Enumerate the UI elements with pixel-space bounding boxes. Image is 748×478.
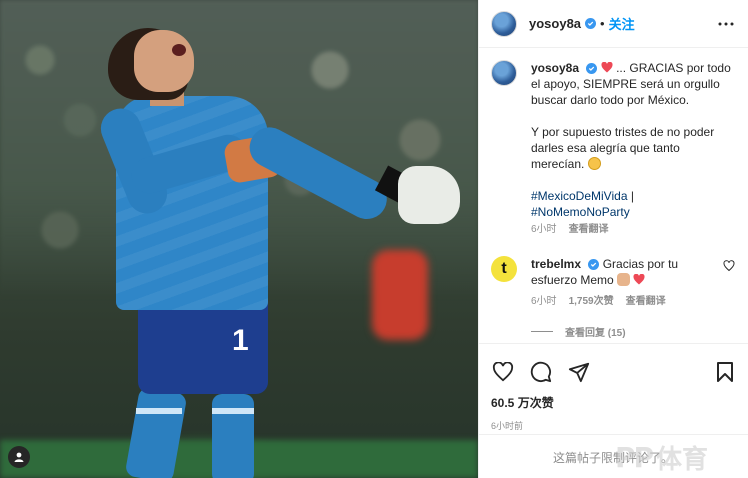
sock-stripe bbox=[212, 408, 254, 414]
face bbox=[134, 30, 194, 92]
red-heart-emoji-icon bbox=[601, 62, 613, 73]
caption-username[interactable]: yosoy8a bbox=[531, 61, 579, 75]
caption-text-2: Y por supuesto tristes de no poder darle… bbox=[531, 125, 715, 171]
commenter-avatar[interactable]: t bbox=[491, 256, 517, 282]
praying-hands-emoji-icon bbox=[617, 273, 631, 286]
caption: yosoy8a ... GRACIAS por todo el apoyo, S… bbox=[491, 60, 735, 238]
caption-time: 6小时 bbox=[531, 224, 557, 235]
likes-count[interactable]: 60.5 万次赞 bbox=[491, 394, 737, 411]
post-photo[interactable]: 1 bbox=[0, 0, 478, 478]
replies-line bbox=[531, 331, 553, 332]
right-leg bbox=[212, 394, 254, 478]
sock-stripe bbox=[136, 408, 182, 414]
left-leg bbox=[124, 386, 188, 478]
sad-face-emoji-icon bbox=[587, 157, 601, 170]
save-bookmark-icon[interactable] bbox=[713, 360, 737, 384]
red-heart-emoji-icon bbox=[633, 274, 645, 285]
verified-badge-icon bbox=[588, 259, 600, 270]
see-translation-button[interactable]: 查看翻译 bbox=[626, 294, 666, 310]
comment-item: t trebelmx Gracias por tu esfuerzo Memo … bbox=[491, 256, 735, 310]
commenter-username[interactable]: trebelmx bbox=[531, 257, 581, 271]
author-username[interactable]: yosoy8a bbox=[529, 16, 581, 31]
see-translation-button[interactable]: 查看翻译 bbox=[569, 222, 609, 238]
post-actions: 60.5 万次赞 6小时前 bbox=[479, 343, 748, 432]
mouth bbox=[172, 44, 186, 56]
hashtag-link[interactable]: #MexicoDeMiVida bbox=[531, 189, 628, 203]
more-options-icon[interactable] bbox=[717, 15, 735, 33]
shorts-number: 1 bbox=[232, 324, 249, 357]
watermark-logo: PP bbox=[615, 441, 654, 474]
author-avatar[interactable] bbox=[491, 10, 517, 37]
comment-bubble-icon[interactable] bbox=[529, 360, 553, 384]
hashtag-link[interactable]: #NoMemoNoParty bbox=[531, 205, 630, 219]
view-replies-button[interactable]: 查看回复 (15) bbox=[531, 324, 735, 339]
goalkeeper-figure: 1 bbox=[0, 0, 478, 478]
like-heart-icon[interactable] bbox=[491, 360, 515, 384]
like-comment-heart-icon[interactable] bbox=[723, 260, 735, 272]
tagged-users-button[interactable] bbox=[8, 446, 30, 468]
separator-dot: • bbox=[600, 16, 605, 31]
posted-time[interactable]: 6小时前 bbox=[491, 419, 737, 432]
post-side-panel: yosoy8a • 关注 yosoy8a ... GRACIAS por tod… bbox=[478, 0, 748, 478]
follow-button[interactable]: 关注 bbox=[609, 14, 635, 33]
comments-list[interactable]: yosoy8a ... GRACIAS por todo el apoyo, S… bbox=[479, 48, 748, 343]
comment-area: 这篇帖子限制评论了。 PP 体育 bbox=[479, 434, 748, 478]
user-tag-icon bbox=[14, 452, 24, 462]
commenter-avatar-letter: t bbox=[501, 260, 507, 277]
view-replies-label: 查看回复 (15) bbox=[565, 328, 626, 339]
comment-likes-count[interactable]: 1,759次赞 bbox=[569, 294, 614, 310]
author-avatar[interactable] bbox=[491, 60, 517, 86]
right-glove bbox=[398, 166, 460, 224]
post-header: yosoy8a • 关注 bbox=[479, 0, 748, 48]
verified-badge-icon bbox=[585, 18, 597, 29]
comment-time: 6小时 bbox=[531, 296, 557, 307]
hashtag-separator: | bbox=[627, 189, 634, 203]
watermark-text: 体育 bbox=[656, 445, 709, 475]
watermark: PP 体育 bbox=[615, 439, 708, 476]
verified-badge-icon bbox=[586, 63, 598, 74]
share-send-icon[interactable] bbox=[567, 360, 591, 384]
